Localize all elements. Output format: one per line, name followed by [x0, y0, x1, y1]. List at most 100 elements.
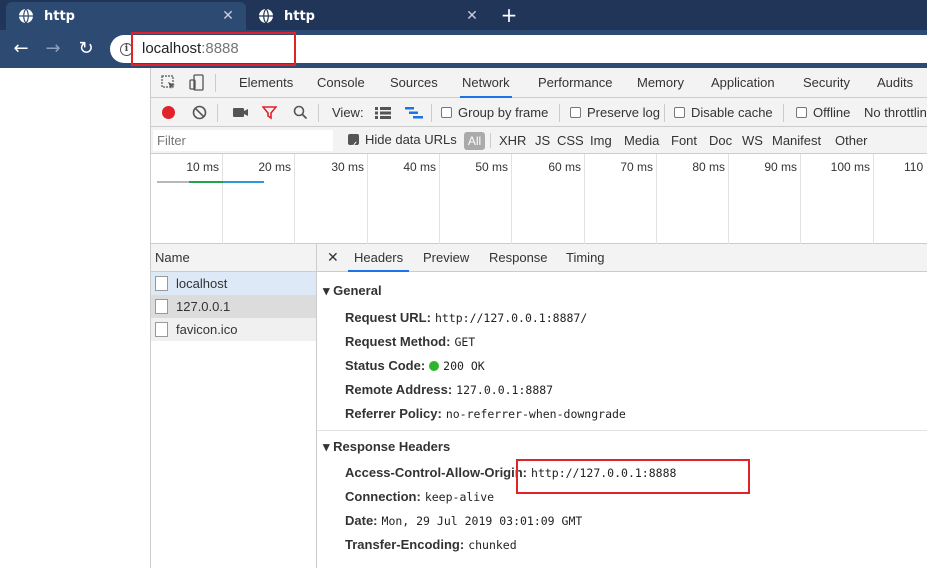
disable-cache-label: Disable cache: [691, 105, 773, 120]
tab-elements[interactable]: Elements: [237, 68, 295, 98]
search-icon[interactable]: [293, 105, 308, 120]
throttling-select[interactable]: No throttlin: [864, 98, 927, 127]
header-value: no-referrer-when-downgrade: [445, 407, 626, 421]
timeline-bar-download: [223, 181, 264, 183]
header-row: Request URL: http://127.0.0.1:8887/: [345, 310, 587, 325]
filter-type-other[interactable]: Other: [835, 127, 868, 154]
filter-type-xhr[interactable]: XHR: [499, 127, 526, 154]
timeline-grid: 20 ms: [223, 154, 295, 244]
checkbox-icon[interactable]: [796, 107, 807, 118]
hide-data-urls-checkbox[interactable]: Hide data URLs: [348, 126, 457, 159]
inspect-element-icon[interactable]: [161, 75, 177, 91]
section-divider: [317, 430, 927, 431]
close-tab-icon[interactable]: ✕: [464, 8, 480, 24]
timeline-grid: 10 ms: [151, 154, 223, 244]
divider: [783, 104, 784, 122]
request-row[interactable]: localhost: [151, 272, 316, 295]
tab-console[interactable]: Console: [315, 68, 367, 98]
filter-type-img[interactable]: Img: [590, 127, 612, 154]
tab-security[interactable]: Security: [801, 68, 852, 98]
device-toolbar-icon[interactable]: [189, 74, 205, 92]
filter-bar: Hide data URLs All XHR JS CSS Img Media …: [151, 126, 927, 159]
header-value: GET: [454, 335, 476, 349]
timeline-tick-label: 40 ms: [403, 160, 436, 174]
filter-type-doc[interactable]: Doc: [709, 127, 732, 154]
group-by-frame-checkbox[interactable]: Group by frame: [441, 98, 548, 127]
divider: [664, 104, 665, 122]
filter-type-font[interactable]: Font: [671, 127, 697, 154]
record-icon[interactable]: [161, 105, 176, 120]
clear-icon[interactable]: [192, 105, 207, 120]
request-row[interactable]: 127.0.0.1: [151, 295, 316, 318]
header-row: Request Method: GET: [345, 334, 475, 349]
divider: [431, 104, 432, 122]
offline-label: Offline: [813, 105, 851, 120]
filter-icon[interactable]: [262, 105, 277, 120]
camera-icon[interactable]: [232, 106, 249, 119]
filter-type-media[interactable]: Media: [624, 127, 659, 154]
tab-headers[interactable]: Headers: [348, 244, 410, 272]
header-row: Transfer-Encoding: chunked: [345, 537, 517, 552]
file-icon: [155, 322, 168, 337]
status-ok-icon: [429, 361, 440, 371]
tab-preview[interactable]: Preview: [423, 244, 469, 272]
file-icon: [155, 299, 168, 314]
timeline-grid: 70 ms: [585, 154, 657, 244]
header-key: Transfer-Encoding:: [345, 537, 465, 552]
close-details-icon[interactable]: ✕: [327, 244, 339, 272]
request-list: Name localhost 127.0.0.1 favicon.ico: [151, 244, 317, 568]
tab-audits[interactable]: Audits: [875, 68, 915, 98]
new-tab-button[interactable]: +: [498, 4, 520, 26]
reload-icon[interactable]: ↻: [75, 38, 97, 60]
request-name: favicon.ico: [176, 322, 238, 337]
disable-cache-checkbox[interactable]: Disable cache: [674, 98, 773, 127]
tab-sources[interactable]: Sources: [388, 68, 440, 98]
network-overview-timeline[interactable]: 10 ms 20 ms 30 ms 40 ms 50 ms 60 ms 70 m…: [151, 154, 927, 244]
header-row: Referrer Policy: no-referrer-when-downgra…: [345, 406, 626, 421]
filter-type-manifest[interactable]: Manifest: [772, 127, 821, 154]
checkbox-icon[interactable]: [441, 107, 452, 118]
timeline-grid: 90 ms: [729, 154, 801, 244]
timeline-grid: 100 ms: [801, 154, 874, 244]
filter-type-all[interactable]: All: [464, 132, 485, 150]
close-tab-icon[interactable]: ✕: [220, 8, 236, 24]
forward-arrow-icon[interactable]: →: [42, 38, 64, 60]
filter-type-js[interactable]: JS: [535, 127, 550, 154]
tab-performance[interactable]: Performance: [536, 68, 614, 98]
tab-application[interactable]: Application: [709, 68, 777, 98]
tab-title: http: [44, 8, 75, 24]
divider: [490, 133, 491, 148]
filter-input[interactable]: [153, 130, 333, 151]
back-arrow-icon[interactable]: ←: [10, 38, 32, 60]
timeline-bar-waiting: [189, 181, 223, 183]
name-column-header[interactable]: Name: [151, 244, 316, 272]
general-section-toggle[interactable]: ▾ General: [323, 283, 382, 299]
filter-type-css[interactable]: CSS: [557, 127, 584, 154]
request-details-pane: ✕ Headers Preview Response Timing ▾ Gene…: [317, 244, 927, 568]
timeline-tick-label: 80 ms: [692, 160, 725, 174]
timeline-grid: 60 ms: [512, 154, 585, 244]
tab-network[interactable]: Network: [460, 68, 512, 98]
preserve-log-checkbox[interactable]: Preserve log: [570, 98, 660, 127]
response-headers-section-toggle[interactable]: ▾ Response Headers: [323, 439, 450, 455]
offline-checkbox[interactable]: Offline: [796, 98, 850, 127]
browser-tab-active[interactable]: http ✕: [6, 2, 246, 30]
timeline-tick-label: 60 ms: [548, 160, 581, 174]
header-row: Connection: keep-alive: [345, 489, 494, 504]
request-row[interactable]: favicon.ico: [151, 318, 316, 341]
highlight-box-url: [131, 32, 296, 66]
header-row: Date: Mon, 29 Jul 2019 03:01:09 GMT: [345, 513, 582, 528]
browser-tab[interactable]: http ✕: [246, 2, 490, 30]
filter-type-ws[interactable]: WS: [742, 127, 763, 154]
highlight-box-cors-origin: [516, 459, 750, 494]
timeline-tick-label: 100 ms: [830, 160, 870, 174]
checkbox-icon[interactable]: [570, 107, 581, 118]
waterfall-icon[interactable]: [405, 107, 423, 119]
response-headers-title: Response Headers: [333, 439, 451, 454]
checkbox-icon[interactable]: [674, 107, 685, 118]
tab-memory[interactable]: Memory: [635, 68, 686, 98]
tab-response[interactable]: Response: [489, 244, 548, 272]
tab-timing[interactable]: Timing: [566, 244, 605, 272]
large-rows-icon[interactable]: [375, 107, 391, 119]
checkbox-checked-icon[interactable]: [348, 132, 359, 159]
